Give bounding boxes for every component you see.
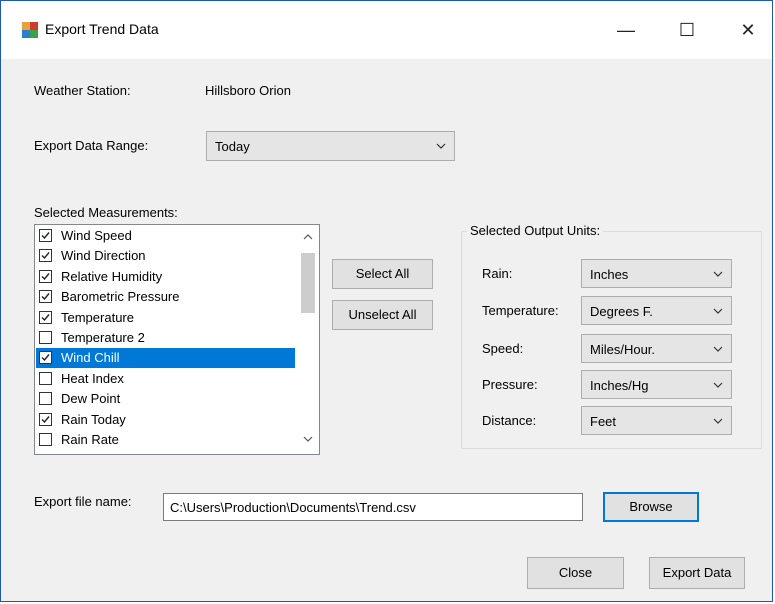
list-item[interactable]: Dew Point [36,389,295,409]
unit-value: Inches [590,267,629,282]
chevron-down-icon [713,271,723,277]
list-item-label: Dew Point [61,391,121,407]
unit-value: Miles/Hour. [590,342,656,357]
unit-value: Inches/Hg [590,378,649,393]
title-bar[interactable]: Export Trend Data — ☐ ✕ [1,1,772,59]
file-name-field[interactable] [163,493,583,521]
checkbox-checked[interactable] [39,351,52,365]
chevron-down-icon [713,308,723,314]
range-label: Export Data Range: [34,138,149,153]
checkmark-icon [41,232,50,240]
maximize-icon: ☐ [678,20,696,40]
checkbox[interactable] [39,331,52,344]
unit-label: Speed: [482,341,524,356]
app-icon [22,22,38,38]
list-item-label: Barometric Pressure [61,289,180,305]
minimize-button[interactable]: — [604,13,648,47]
list-item-label: Temperature [61,309,134,325]
list-item[interactable]: Rain Today [36,410,295,430]
checkbox-checked[interactable] [39,229,52,242]
unit-dropdown[interactable]: Miles/Hour. [581,334,732,363]
list-scrollbar[interactable] [297,225,319,454]
chevron-down-icon [713,418,723,424]
list-item[interactable]: Wind Speed [36,226,295,246]
chevron-down-icon [713,382,723,388]
file-name-input[interactable] [164,494,582,520]
unselect-all-button[interactable]: Unselect All [332,300,433,330]
list-item-label: Wind Speed [61,228,132,243]
list-item-label: Rain Rate [61,432,119,447]
range-dropdown[interactable]: Today [206,131,455,161]
checkbox-checked[interactable] [39,290,52,304]
close-window-button[interactable]: ✕ [726,13,770,47]
list-item-label: Wind Chill [61,350,120,366]
checkbox-checked[interactable] [39,249,52,263]
list-item[interactable]: Temperature 2 [36,328,295,348]
checkbox[interactable] [39,392,52,406]
scroll-down-icon[interactable] [303,435,313,443]
list-item[interactable]: Rain Rate [36,430,295,450]
chevron-down-icon [436,143,446,149]
minimize-icon: — [617,20,635,40]
checkbox[interactable] [39,433,52,446]
unit-dropdown[interactable]: Inches [581,259,732,288]
close-icon: ✕ [740,20,756,40]
checkmark-icon [41,354,50,362]
window-title: Export Trend Data [45,21,159,37]
station-value: Hillsboro Orion [205,83,291,98]
unit-label: Pressure: [482,377,538,392]
unit-label: Distance: [482,413,537,428]
checkbox-checked[interactable] [39,412,52,426]
checkbox-checked[interactable] [39,269,52,283]
list-item[interactable]: Wind Direction [36,246,295,266]
list-item[interactable]: Wind Chill [36,348,295,369]
unit-dropdown[interactable]: Degrees F. [581,296,732,325]
range-value: Today [215,139,250,154]
list-item-label: Rain Today [61,411,126,427]
checkmark-icon [41,272,50,280]
list-item-label: Temperature 2 [61,330,145,345]
chevron-down-icon [713,346,723,352]
list-item[interactable]: Heat Index [36,369,295,389]
export-trend-window: Export Trend Data — ☐ ✕ Weather Station:… [0,0,773,602]
select-all-button[interactable]: Select All [332,259,433,289]
unit-label: Temperature: [482,303,559,318]
scroll-thumb[interactable] [301,253,315,313]
export-data-button[interactable]: Export Data [649,557,745,589]
checkbox-checked[interactable] [39,310,52,324]
measurements-list[interactable]: Wind Speed Wind Direction Relative Humidit… [34,224,320,455]
checkmark-icon [41,313,50,321]
station-label: Weather Station: [34,83,131,98]
list-item[interactable]: Temperature [36,308,295,328]
unit-value: Feet [590,414,617,429]
unit-dropdown[interactable]: Feet [581,406,732,435]
checkmark-icon [41,415,50,423]
list-item-label: Heat Index [61,370,124,386]
maximize-button[interactable]: ☐ [665,13,709,47]
checkbox[interactable] [39,371,52,385]
list-item-label: Wind Direction [61,248,146,264]
close-button[interactable]: Close [527,557,624,589]
list-item[interactable]: Barometric Pressure [36,287,295,307]
unit-label: Rain: [482,266,513,281]
file-name-label: Export file name: [34,494,132,509]
unit-dropdown[interactable]: Inches/Hg [581,370,732,399]
unit-value: Degrees F. [590,304,653,319]
browse-button[interactable]: Browse [603,492,699,522]
checkmark-icon [41,252,50,260]
output-units-title: Selected Output Units: [467,223,604,238]
checkmark-icon [41,293,50,301]
scroll-up-icon[interactable] [303,233,313,241]
list-item-label: Relative Humidity [61,268,163,284]
measurements-label: Selected Measurements: [34,205,178,220]
list-item[interactable]: Relative Humidity [36,267,295,287]
